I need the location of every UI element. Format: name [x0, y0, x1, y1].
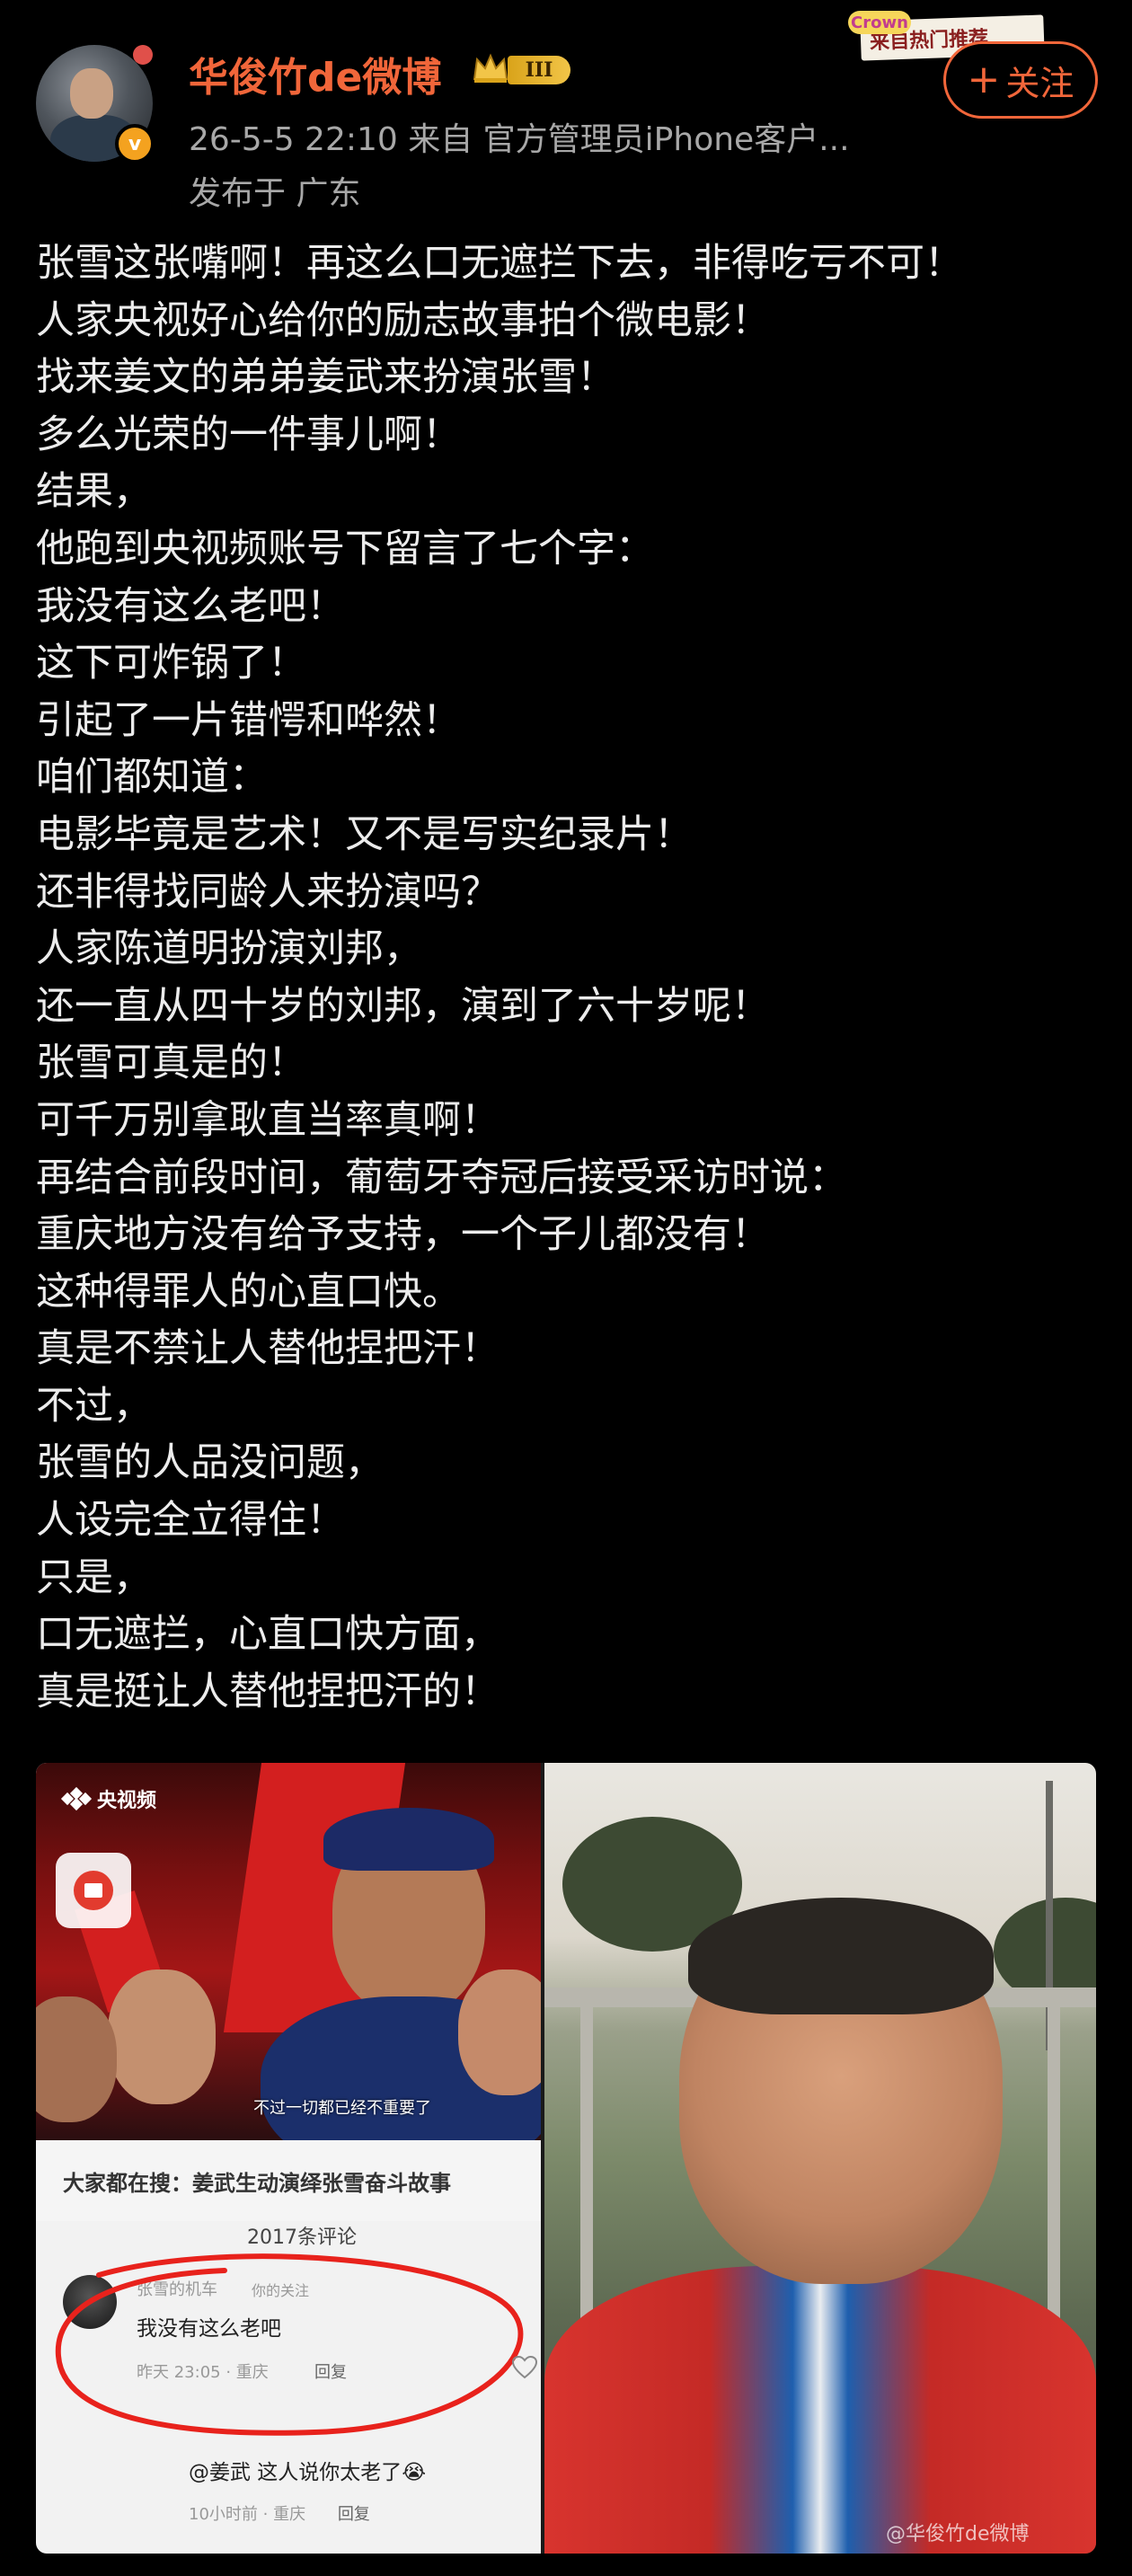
post-line: 不过，	[36, 1383, 152, 1429]
reply-meta: 10小时前 · 重庆 回复	[189, 2501, 530, 2525]
post-image-screenshot[interactable]: 央视频 不过一切都已经不重要了 大家都在搜：姜武生动演绎张雪奋斗故事 2017条…	[36, 1763, 541, 2554]
man-hair	[688, 1898, 994, 2014]
reply-text: @姜武 这人说你太老了😭	[189, 2461, 427, 2484]
post-line: 这下可炸锅了！	[36, 641, 306, 686]
post-line: 重庆地方没有给予支持，一个子儿都没有！	[36, 1212, 770, 1258]
verified-badge-icon: v	[115, 124, 155, 164]
post-line: 电影毕竟是艺术！又不是写实纪录片！	[36, 811, 693, 857]
level-badge[interactable]: III	[472, 49, 579, 88]
post-line: 结果，	[36, 469, 152, 515]
post-body: 张雪这张嘴啊！再这么口无遮拦下去，非得吃亏不可！ 人家央视好心给你的励志故事拍个…	[36, 235, 1105, 1721]
post-line: 只是，	[36, 1554, 152, 1600]
reply-time: 10小时前 · 重庆	[189, 2505, 306, 2524]
post-line: 人家陈道明扮演刘邦，	[36, 926, 422, 972]
post-line: 真是挺让人替他捏把汗的！	[36, 1669, 500, 1714]
heart-icon	[512, 2356, 537, 2379]
post-location: 发布于 广东	[189, 175, 361, 212]
post-meta: 26-5-5 22:10 来自 官方管理员iPhone客户...	[189, 121, 850, 158]
cctv-logo-icon	[60, 1786, 93, 1811]
person-cap	[323, 1808, 494, 1871]
cctv-logo: 央视频	[60, 1784, 157, 1813]
post-line: 找来姜文的弟弟姜武来扮演张雪！	[36, 355, 615, 401]
post-line: 多么光荣的一件事儿啊！	[36, 412, 461, 457]
reply-item: @姜武 这人说你太老了😭 10小时前 · 重庆 回复	[189, 2455, 530, 2525]
commenter-name: 张雪的机车	[137, 2280, 217, 2299]
plus-icon: +	[967, 57, 1001, 102]
post-line: 张雪这张嘴啊！再这么口无遮拦下去，非得吃亏不可！	[36, 241, 963, 286]
post-line: 这种得罪人的心直口快。	[36, 1269, 461, 1315]
comment-item: 张雪的机车 你的关注 我没有这么老吧 昨天 23:05 · 重庆 回复	[63, 2273, 530, 2390]
post-line: 再结合前段时间，葡萄牙夺冠后接受采访时说：	[36, 1155, 847, 1200]
post-line: 张雪的人品没问题，	[36, 1440, 384, 1486]
reply-button: 回复	[337, 2505, 370, 2524]
post-image-photo[interactable]: @华俊竹de微博	[544, 1763, 1096, 2554]
fence-shape	[580, 1987, 593, 2365]
crowd-face	[108, 1970, 216, 2104]
post-line: 人设完全立得住！	[36, 1498, 345, 1544]
username[interactable]: 华俊竹de微博	[189, 45, 441, 102]
post-line: 还非得找同龄人来扮演吗？	[36, 869, 500, 915]
post-header: v 华俊竹de微博 III 26-5-5 22:10 来自 官方管理员iPhon…	[0, 0, 1132, 225]
post-line: 人家央视好心给你的励志故事拍个微电影！	[36, 297, 770, 343]
post-line: 他跑到央视频账号下留言了七个字：	[36, 526, 654, 571]
post-line: 咱们都知道：	[36, 755, 268, 801]
avatar-face	[70, 68, 113, 119]
crown-icon	[473, 53, 509, 83]
comment-text: 我没有这么老吧	[137, 2317, 281, 2341]
man-shirt	[544, 2266, 1096, 2554]
comment-time: 昨天 23:05 · 重庆	[137, 2363, 269, 2382]
follow-button[interactable]: + 关注	[943, 41, 1098, 119]
comment-reply: 回复	[314, 2363, 347, 2382]
video-subtitle: 不过一切都已经不重要了	[253, 2099, 431, 2118]
post-line: 引起了一片错愕和哗然！	[36, 697, 461, 743]
notification-dot	[133, 45, 153, 65]
post-line: 真是不禁让人替他捏把汗！	[36, 1326, 500, 1372]
post-line: 口无遮拦，心直口快方面，	[36, 1612, 500, 1658]
trending-search-bar: 大家都在搜：姜武生动演绎张雪奋斗故事	[36, 2140, 541, 2221]
post-line: 还一直从四十岁的刘邦，演到了六十岁呢！	[36, 983, 770, 1029]
post-image-grid: 央视频 不过一切都已经不重要了 大家都在搜：姜武生动演绎张雪奋斗故事 2017条…	[36, 1763, 1096, 2554]
crown-sticker: Crown	[848, 11, 911, 34]
fence-shape	[1048, 1987, 1060, 2365]
cctv-label: 央视频	[97, 1790, 157, 1812]
commenter-avatar	[63, 2275, 117, 2329]
video-frame: 央视频 不过一切都已经不重要了	[36, 1763, 541, 2140]
level-number: III	[508, 56, 570, 84]
follow-tag: 你的关注	[252, 2282, 310, 2299]
post-line: 可千万别拿耿直当率真啊！	[36, 1097, 500, 1143]
post-line: 我没有这么老吧！	[36, 583, 345, 629]
post-line: 张雪可真是的！	[36, 1040, 306, 1086]
comment-count: 2017条评论	[247, 2226, 357, 2249]
crowd-face	[458, 1970, 541, 2095]
record-button-icon	[56, 1853, 131, 1928]
image-watermark: @华俊竹de微博	[886, 2523, 1030, 2545]
follow-label: 关注	[1005, 63, 1075, 103]
